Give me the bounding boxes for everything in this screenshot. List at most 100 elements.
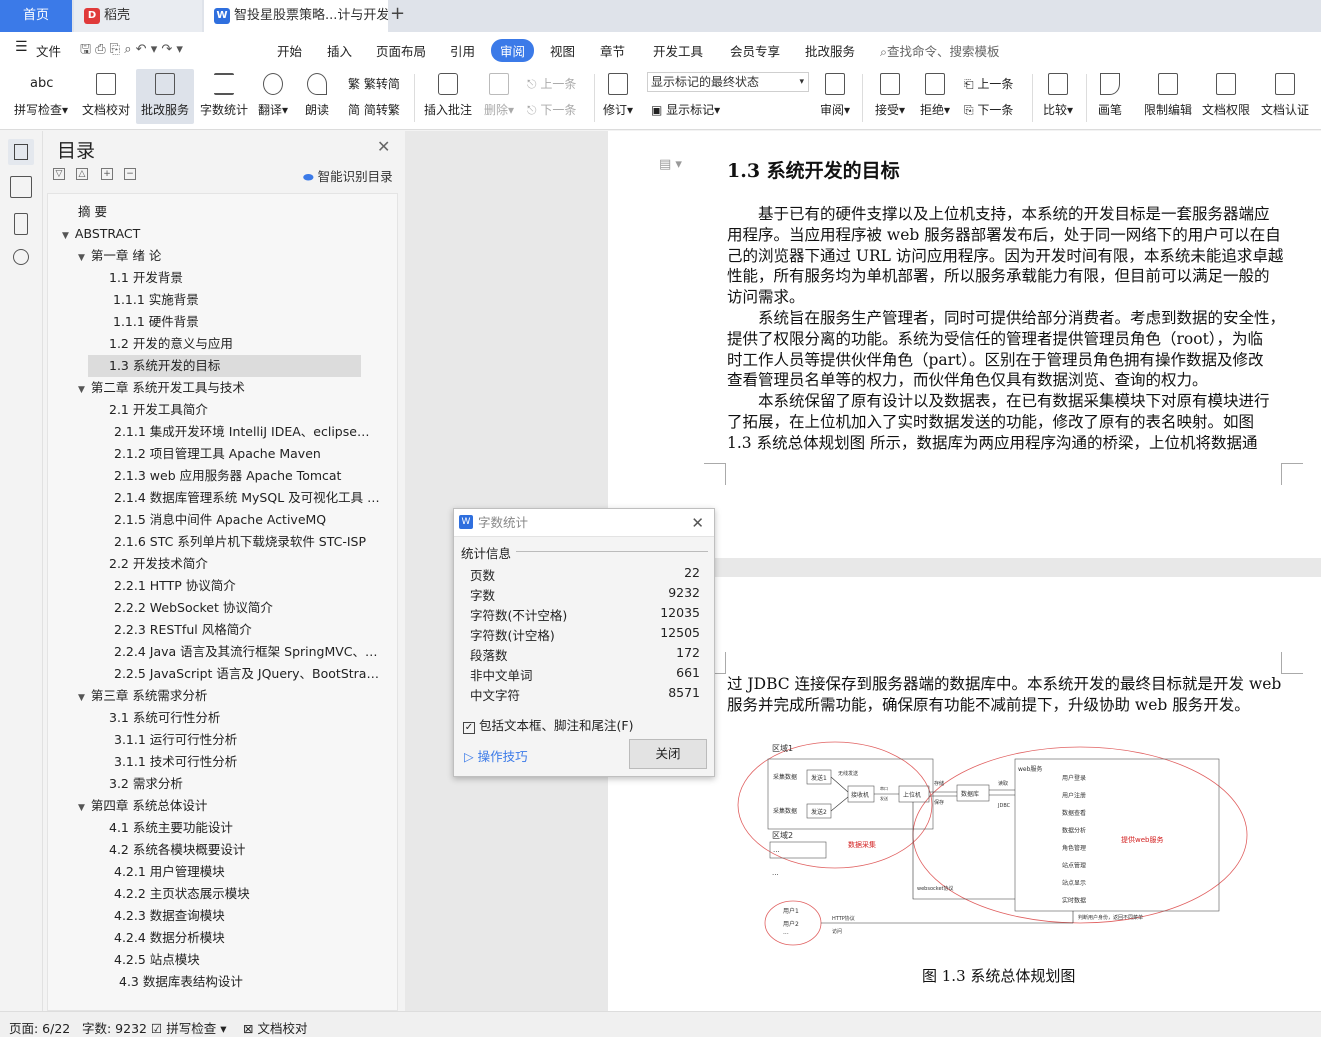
include-textbox-checkbox[interactable]: ✓ 包括文本框、脚注和尾注(F)	[463, 715, 633, 734]
toc-item[interactable]: 4.2.2 主页状态展示模块	[114, 883, 380, 905]
chevron-down-icon[interactable]: ▼	[62, 231, 69, 241]
toc-item[interactable]: 1.1.1 实施背景	[113, 289, 380, 311]
toc-panel-icon[interactable]	[8, 139, 34, 165]
toc-item[interactable]: 3.1.1 技术可行性分析	[114, 751, 380, 773]
new-tab-button[interactable]: +	[390, 3, 405, 24]
toc-item[interactable]: ▼ 第二章 系统开发工具与技术	[78, 377, 380, 399]
toc-item[interactable]: 2.2.1 HTTP 协议简介	[114, 575, 380, 597]
grading-service-button[interactable]: 批改服务	[136, 69, 194, 124]
toc-item[interactable]: 1.1 开发背景	[109, 267, 380, 289]
close-icon[interactable]: ✕	[377, 137, 390, 156]
toc-item[interactable]: 4.3 数据库表结构设计	[119, 971, 380, 993]
toc-item[interactable]: 2.1.3 web 应用服务器 Apache Tomcat	[114, 465, 380, 487]
simp-to-trad-button[interactable]: 简 简转繁	[348, 101, 400, 118]
toc-item[interactable]: 1.3 系统开发的目标	[88, 355, 361, 377]
pen-button[interactable]: 画笔	[1094, 70, 1126, 118]
menu-start[interactable]: 开始	[277, 41, 302, 60]
smart-toc-button[interactable]: ⬬ 智能识别目录	[303, 166, 393, 185]
toc-item[interactable]: ▼ 第三章 系统需求分析	[78, 685, 380, 707]
markup-state-select[interactable]: 显示标记的最终状态 ▾	[647, 72, 809, 92]
expand-up-icon[interactable]: △	[76, 168, 88, 180]
collapse-all-icon[interactable]: ▽	[53, 168, 65, 180]
toc-item[interactable]: 4.2.5 站点模块	[114, 949, 380, 971]
status-spell-check[interactable]: ☑ 拼写检查 ▾	[151, 1018, 226, 1037]
toc-item[interactable]: ▼ 第一章 绪 论	[78, 245, 380, 267]
tab-daoke[interactable]: D 稻壳	[74, 0, 202, 32]
prev-comment-button[interactable]: ⎋ 上一条	[527, 75, 576, 92]
chevron-down-icon[interactable]: ▼	[78, 693, 85, 703]
menu-member[interactable]: 会员专享	[730, 41, 780, 60]
navigation-icon[interactable]	[10, 176, 32, 198]
next-comment-button[interactable]: ⎋ 下一条	[527, 101, 576, 118]
toc-item[interactable]: 3.2 需求分析	[109, 773, 380, 795]
chevron-down-icon[interactable]: ▼	[78, 385, 85, 395]
toc-item[interactable]: 2.2.2 WebSocket 协议简介	[114, 597, 380, 619]
menu-view[interactable]: 视图	[550, 41, 575, 60]
doc-permission-button[interactable]: 文档权限	[1200, 70, 1252, 118]
menu-grading[interactable]: 批改服务	[805, 41, 855, 60]
reject-button[interactable]: 拒绝▾	[917, 70, 953, 118]
toc-item[interactable]: 4.2.1 用户管理模块	[114, 861, 380, 883]
show-markup-button[interactable]: ▣ 显示标记▾	[651, 101, 720, 118]
chevron-down-icon[interactable]: ▼	[78, 803, 85, 813]
tips-link[interactable]: ▷ 操作技巧	[464, 746, 528, 765]
menu-file[interactable]: 文件	[36, 41, 61, 60]
toc-item[interactable]: ▼ ABSTRACT	[62, 223, 380, 245]
word-count-indicator[interactable]: 字数: 9232	[82, 1018, 147, 1037]
revise-button[interactable]: 修订▾	[600, 70, 636, 118]
word-count-button[interactable]: 字数统计	[198, 70, 250, 118]
toc-item[interactable]: 1.1.1 硬件背景	[113, 311, 380, 333]
toc-item[interactable]: 4.2.4 数据分析模块	[114, 927, 380, 949]
menu-layout[interactable]: 页面布局	[376, 41, 426, 60]
menu-reference[interactable]: 引用	[450, 41, 475, 60]
page-menu-icon[interactable]: ▤ ▾	[659, 157, 682, 172]
toc-item[interactable]: 4.2 系统各模块概要设计	[109, 839, 380, 861]
prev-revision-button[interactable]: ⎗ 上一条	[964, 75, 1013, 92]
menu-review[interactable]: 审阅	[491, 39, 535, 62]
search-icon[interactable]	[13, 249, 29, 265]
toc-item[interactable]: 1.2 开发的意义与应用	[109, 333, 380, 355]
menu-devtools[interactable]: 开发工具	[653, 41, 703, 60]
command-search[interactable]: ⌕查找命令、搜索模板	[880, 41, 1000, 60]
tab-home[interactable]: 首页	[0, 0, 72, 32]
toc-item[interactable]: 2.2.5 JavaScript 语言及 JQuery、BootStrap、..…	[114, 663, 380, 685]
tab-document[interactable]: W 智投星股票策略...计与开发 初	[204, 0, 388, 32]
toc-item[interactable]: 3.1 系统可行性分析	[109, 707, 380, 729]
page-indicator[interactable]: 页面: 6/22	[9, 1018, 70, 1037]
toc-item[interactable]: 2.1.4 数据库管理系统 MySQL 及可视化工具 SQ...	[114, 487, 380, 509]
trad-to-simp-button[interactable]: 繁 繁转简	[348, 75, 400, 92]
status-doc-check[interactable]: ⊠ 文档校对	[243, 1018, 307, 1037]
menu-insert[interactable]: 插入	[327, 41, 352, 60]
close-icon[interactable]: ✕	[691, 509, 704, 537]
restrict-edit-button[interactable]: 限制编辑	[1142, 70, 1194, 118]
toc-item[interactable]: 4.2.3 数据查询模块	[114, 905, 380, 927]
toc-item[interactable]: 2.1.1 集成开发环境 IntelliJ IDEA、eclipse、Dre..…	[114, 421, 380, 443]
quick-access-icons[interactable]: 🖫 ⎙ ⎘ ⌕ ↶ ▾ ↷ ▾	[80, 40, 183, 62]
next-revision-button[interactable]: ⎘ 下一条	[964, 101, 1013, 118]
insert-comment-button[interactable]: 插入批注	[423, 70, 473, 118]
toc-item[interactable]: 摘 要	[78, 201, 380, 223]
spell-check-button[interactable]: abc 拼写检查▾	[12, 70, 70, 118]
menu-chapter[interactable]: 章节	[600, 41, 625, 60]
review-pane-button[interactable]: 审阅▾	[818, 70, 852, 118]
doc-certify-button[interactable]: 文档认证	[1259, 70, 1311, 118]
toc-item[interactable]: 2.1 开发工具简介	[109, 399, 380, 421]
toc-item[interactable]: 2.2.3 RESTful 风格简介	[114, 619, 380, 641]
translate-button[interactable]: 翻译▾	[256, 70, 290, 118]
read-aloud-button[interactable]: 朗读	[302, 70, 332, 118]
toc-item[interactable]: 3.1.1 运行可行性分析	[114, 729, 380, 751]
toc-item[interactable]: 2.1.5 消息中间件 Apache ActiveMQ	[114, 509, 380, 531]
toc-item[interactable]: 2.1.6 STC 系列单片机下载烧录软件 STC-ISP	[114, 531, 380, 553]
delete-comment-button[interactable]: 删除▾	[481, 70, 517, 118]
hamburger-icon[interactable]: ☰	[15, 39, 28, 55]
toc-item[interactable]: 2.2 开发技术简介	[109, 553, 380, 575]
minus-icon[interactable]: −	[124, 168, 136, 180]
doc-check-button[interactable]: 文档校对	[80, 70, 132, 118]
compare-button[interactable]: 比较▾	[1040, 70, 1076, 118]
toc-item[interactable]: 4.1 系统主要功能设计	[109, 817, 380, 839]
bookmark-icon[interactable]	[14, 213, 28, 235]
close-button[interactable]: 关闭	[629, 739, 707, 769]
toc-item[interactable]: 2.1.2 项目管理工具 Apache Maven	[114, 443, 380, 465]
toc-item[interactable]: 2.2.4 Java 语言及其流行框架 SpringMVC、Spri...	[114, 641, 380, 663]
toc-item[interactable]: ▼ 第四章 系统总体设计	[78, 795, 380, 817]
